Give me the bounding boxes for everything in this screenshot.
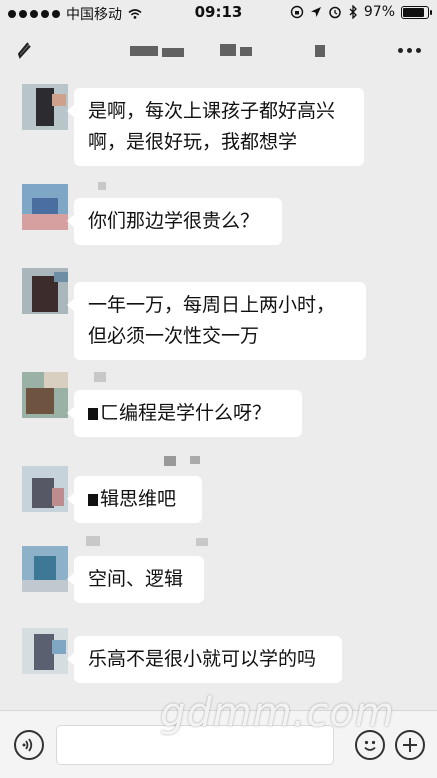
pixelated-fragment — [88, 494, 98, 506]
message-text: 辑思维吧 — [100, 488, 177, 510]
message-bubble[interactable]: 空间、逻辑 — [67, 556, 204, 603]
voice-icon[interactable] — [14, 730, 44, 760]
message-bubble[interactable]: ㄈ编程是学什么呀？ — [67, 390, 302, 437]
message-text: ㄈ编程是学什么呀？ — [100, 402, 272, 424]
chat-title-pixelated — [130, 44, 330, 58]
battery-fill — [403, 7, 425, 17]
avatar[interactable] — [22, 372, 68, 418]
rotation-lock-icon — [290, 5, 304, 19]
pixelated-fragment — [88, 408, 98, 420]
message-bubble[interactable]: 乐高不是很小就可以学的吗 — [67, 636, 342, 683]
bluetooth-icon — [349, 5, 357, 19]
nav-bar — [0, 24, 437, 76]
avatar[interactable] — [22, 628, 68, 674]
status-bar: 中国移动 09:13 97% — [0, 0, 437, 24]
avatar[interactable] — [22, 466, 68, 512]
chat-screen: 中国移动 09:13 97% 是啊，每次上课孩子都好高兴 啊，是很好玩，我都想学… — [0, 0, 437, 778]
back-arrow-icon[interactable] — [14, 40, 34, 60]
message-bubble[interactable]: 辑思维吧 — [67, 476, 202, 523]
message-bubble[interactable]: 是啊，每次上课孩子都好高兴 啊，是很好玩，我都想学 — [67, 88, 364, 166]
plus-icon[interactable] — [395, 730, 425, 760]
avatar[interactable] — [22, 268, 68, 314]
avatar[interactable] — [22, 84, 68, 130]
more-dots-icon[interactable] — [398, 48, 421, 53]
avatar[interactable] — [22, 546, 68, 592]
battery-percent: 97% — [363, 4, 395, 20]
watermark: gdmm.com — [160, 690, 395, 736]
message-bubble[interactable]: 你们那边学很贵么？ — [67, 198, 282, 245]
location-arrow-icon — [310, 7, 321, 17]
alarm-clock-icon — [329, 6, 341, 19]
battery-icon — [401, 5, 432, 19]
avatar[interactable] — [22, 184, 68, 230]
message-bubble[interactable]: 一年一万，每周日上两小时， 但必须一次性交一万 — [67, 282, 366, 360]
status-right: 97% — [290, 4, 432, 20]
